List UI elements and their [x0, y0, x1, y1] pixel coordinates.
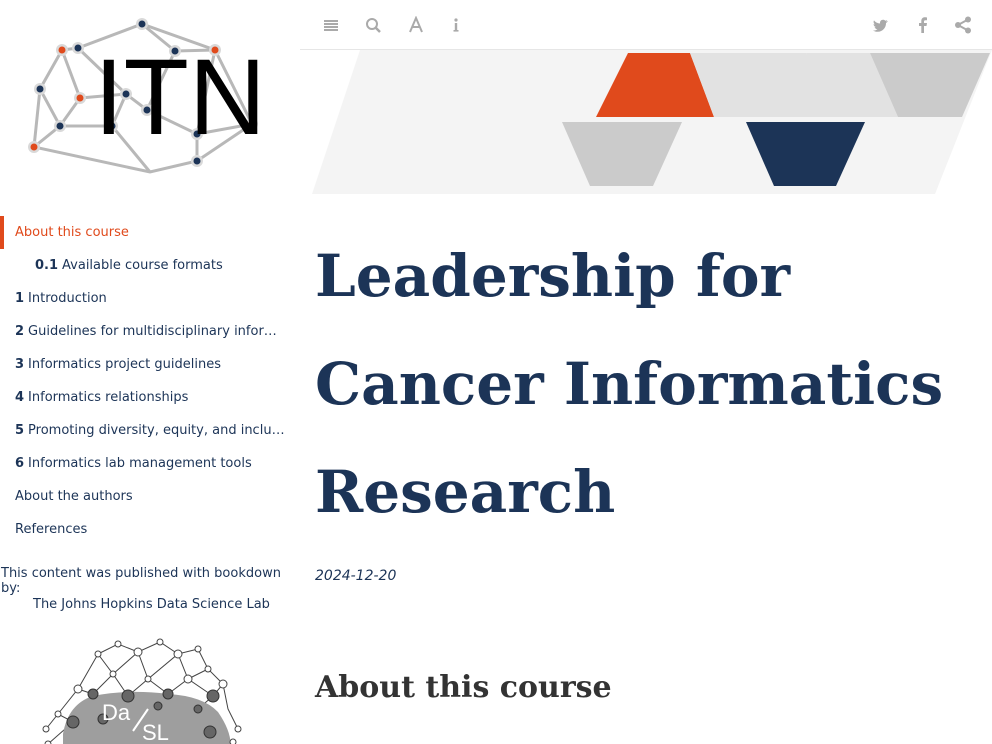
- toc-number: 5: [15, 423, 25, 438]
- toc-label: Available course formats: [62, 258, 223, 273]
- toc-label: About the authors: [15, 489, 133, 504]
- itn-logo[interactable]: ITN: [22, 14, 274, 174]
- toc-label: Introduction: [28, 291, 107, 306]
- published-by-text: This content was published with bookdown…: [1, 566, 281, 596]
- toc-item-authors[interactable]: About the authors: [0, 480, 300, 513]
- toc-item-about[interactable]: About this course: [0, 216, 300, 249]
- toc-number: 3: [15, 357, 25, 372]
- toc-label: About this course: [15, 225, 129, 240]
- toc-item-relationships[interactable]: 4 Informatics relationships: [0, 381, 300, 414]
- course-banner: [312, 50, 992, 194]
- twitter-icon[interactable]: [872, 16, 890, 34]
- page-title: Leadership for Cancer Informatics Resear…: [315, 242, 944, 526]
- publish-date: 2024-12-20: [315, 568, 397, 584]
- toc-label: References: [15, 522, 88, 537]
- publisher-link[interactable]: The Johns Hopkins Data Science Lab: [33, 597, 270, 612]
- toc-item-guidelines[interactable]: 2 Guidelines for multidisciplinary infor…: [0, 315, 300, 348]
- toc-item-project-guidelines[interactable]: 3 Informatics project guidelines: [0, 348, 300, 381]
- toc-item-lab-tools[interactable]: 6 Informatics lab management tools: [0, 447, 300, 480]
- dasl-logo-text-bottom: SL: [142, 720, 169, 744]
- toc-number: 6: [15, 456, 25, 471]
- toc-number: 1: [15, 291, 25, 306]
- menu-icon[interactable]: [322, 16, 340, 34]
- font-icon[interactable]: [407, 16, 425, 34]
- logo-text: ITN: [94, 36, 266, 157]
- search-icon[interactable]: [364, 16, 382, 34]
- toc-label: Informatics lab management tools: [28, 456, 252, 471]
- toc-item-introduction[interactable]: 1 Introduction: [0, 282, 300, 315]
- toc-item-diversity[interactable]: 5 Promoting diversity, equity, and inclus…: [0, 414, 300, 447]
- toc-number: 2: [15, 324, 25, 339]
- share-icon[interactable]: [954, 16, 972, 34]
- toc-label: Informatics project guidelines: [28, 357, 221, 372]
- dasl-logo[interactable]: Da SL: [38, 634, 243, 744]
- toc-label: Guidelines for multidisciplinary infor…: [28, 324, 277, 339]
- toc-nav: About this course 0.1 Available course fo…: [0, 216, 300, 546]
- toc-label: Promoting diversity, equity, and inclus…: [28, 423, 292, 438]
- toc-number: 4: [15, 390, 25, 405]
- toc-number: 0.1: [35, 258, 59, 273]
- section-heading: About this course: [315, 670, 612, 705]
- dasl-logo-text-top: Da: [102, 700, 131, 725]
- toc-item-formats[interactable]: 0.1 Available course formats: [0, 249, 300, 282]
- info-icon[interactable]: [447, 16, 465, 34]
- toc-label: Informatics relationships: [28, 390, 189, 405]
- sidebar: ITN About this course 0.1 Available cours…: [0, 0, 300, 744]
- toc-item-references[interactable]: References: [0, 513, 300, 546]
- facebook-icon[interactable]: [914, 16, 932, 34]
- toolbar: [300, 0, 992, 50]
